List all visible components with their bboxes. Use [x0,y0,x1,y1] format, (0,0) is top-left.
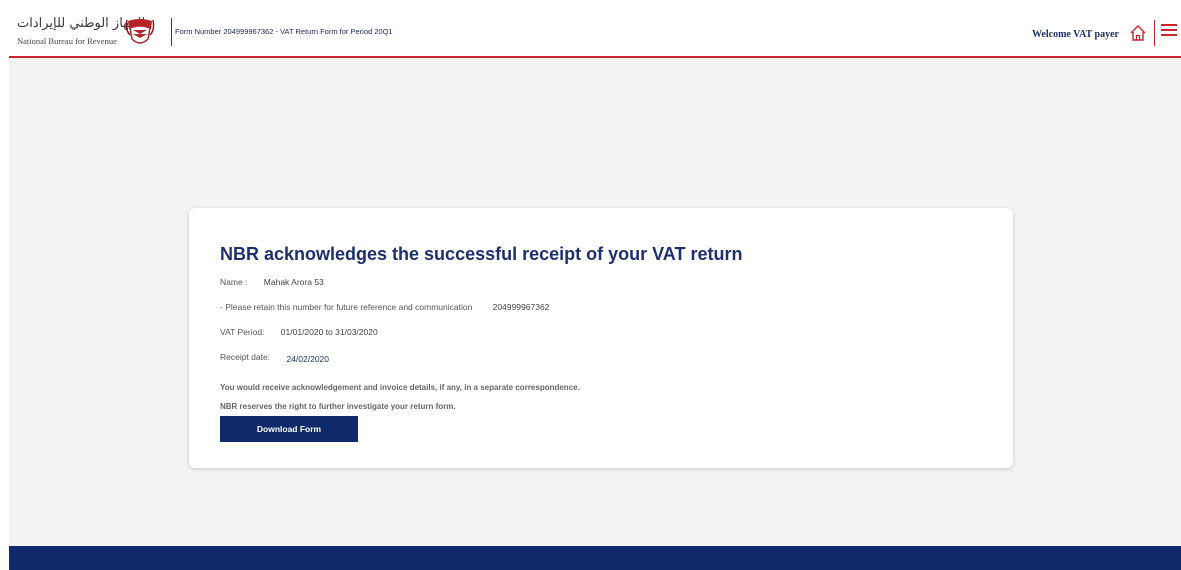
reference-number: 204999967362 [492,302,550,312]
name-row: Name : Mahak Arora 53 [220,277,324,287]
acknowledgement-title: NBR acknowledges the successful receipt … [220,244,743,264]
receipt-date-value: 24/02/2020 [286,354,330,364]
acknowledgement-note: You would receive acknowledgement and in… [220,383,580,392]
top-header: الجهاز الوطني للإيرادات National Bureau … [9,10,1181,58]
header-right-divider [1154,20,1155,46]
vat-period-label: VAT Period: [220,327,265,337]
reference-row: - Please retain this number for future r… [220,302,549,312]
acknowledgement-card: NBR acknowledges the successful receipt … [189,208,1013,468]
name-value: Mahak Arora 53 [263,277,324,287]
receipt-date-row: Receipt date: 24/02/2020 [220,352,330,364]
home-icon[interactable] [1127,22,1149,44]
header-divider [171,18,172,46]
welcome-text: Welcome VAT payer [1031,29,1119,40]
nbr-logo[interactable]: الجهاز الوطني للإيرادات National Bureau … [9,14,169,52]
vat-period-value: 01/01/2020 to 31/03/2020 [280,327,378,337]
form-number-title: Form Number 204999967362 - VAT Return Fo… [175,27,393,36]
hamburger-menu-icon[interactable] [1161,24,1177,38]
logo-english-text: National Bureau for Revenue [17,36,117,46]
page-footer [9,546,1181,570]
reference-label: - Please retain this number for future r… [220,302,473,312]
investigation-note: NBR reserves the right to further invest… [220,402,456,411]
receipt-date-label: Receipt date: [220,352,271,362]
download-form-button[interactable]: Download Form [220,416,358,442]
vat-period-row: VAT Period: 01/01/2020 to 31/03/2020 [220,327,378,337]
page-frame: الجهاز الوطني للإيرادات National Bureau … [9,10,1181,570]
bahrain-emblem-icon [125,19,155,44]
name-label: Name : [220,277,248,287]
